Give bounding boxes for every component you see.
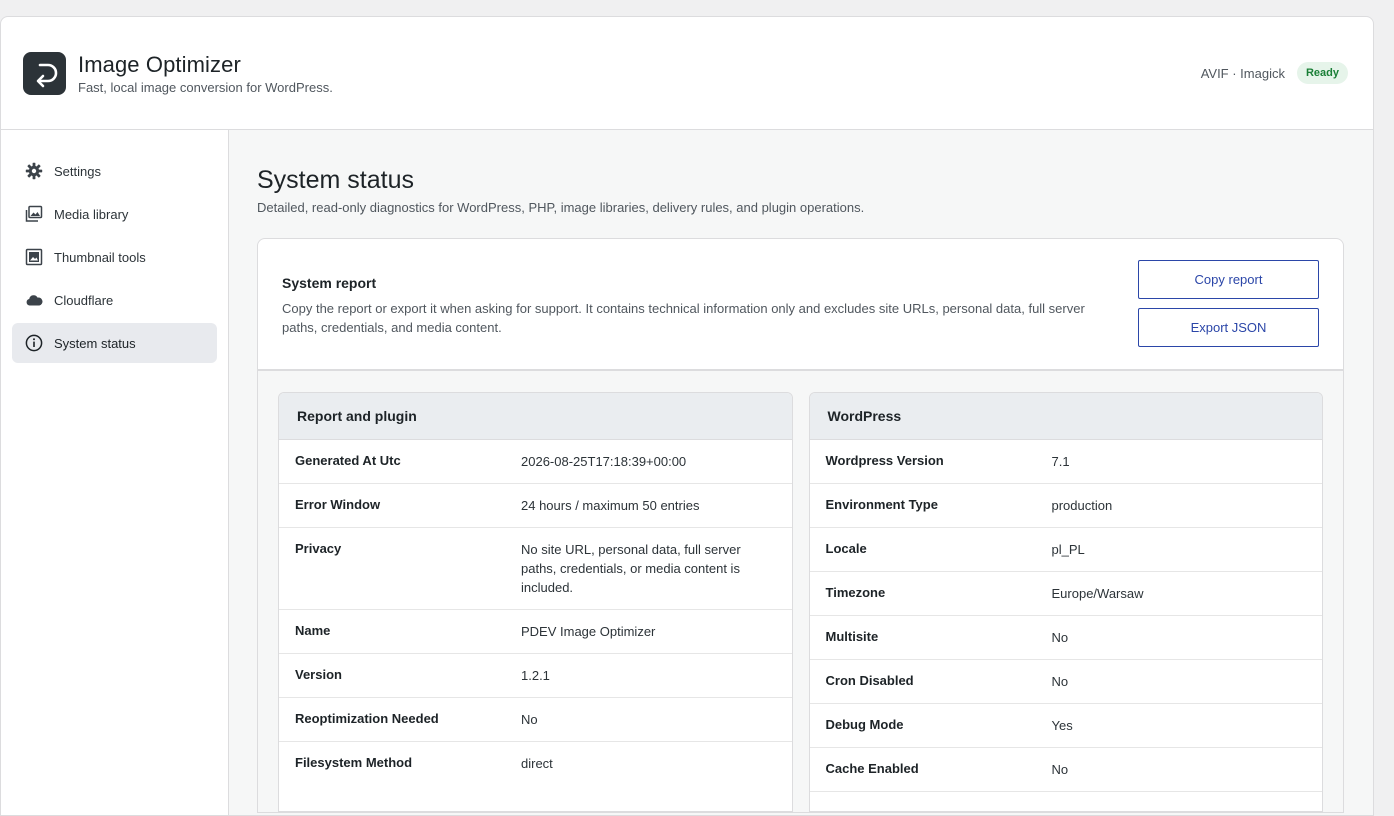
system-report-card: System report Copy the report or export … <box>257 238 1344 813</box>
row-value: No site URL, personal data, full server … <box>521 542 741 595</box>
row-key: Version <box>295 667 342 682</box>
system-report-header: System report Copy the report or export … <box>258 239 1343 371</box>
row-key: Privacy <box>295 541 342 556</box>
row-value: No <box>1051 630 1069 645</box>
app-title: Image Optimizer <box>78 51 241 77</box>
row-key: Cache Enabled <box>825 761 919 776</box>
table-row: Timezone Europe/Warsaw <box>809 572 1322 616</box>
table-row: Cache Enabled No <box>809 748 1322 792</box>
table-row: Generated At Utc 2026-08-25T17:18:39+00:… <box>279 440 792 484</box>
app-body: Settings Media library Thumbnail tools C… <box>1 130 1373 815</box>
system-report-title: System report <box>282 275 377 291</box>
table-row: Privacy No site URL, personal data, full… <box>279 528 792 610</box>
cloud-icon <box>24 290 44 310</box>
row-key: Filesystem Method <box>295 755 413 770</box>
sidebar: Settings Media library Thumbnail tools C… <box>1 130 229 815</box>
copy-report-button[interactable]: Copy report <box>1138 260 1319 299</box>
row-key: Debug Mode <box>825 717 904 732</box>
table-row: Error Window 24 hours / maximum 50 entri… <box>279 484 792 528</box>
export-json-button[interactable]: Export JSON <box>1138 308 1319 347</box>
row-value: 2026-08-25T17:18:39+00:00 <box>521 454 687 469</box>
header-status: AVIF · Imagick Ready <box>1201 62 1348 84</box>
table-row: Reoptimization Needed No <box>279 698 792 742</box>
sidebar-item-label: System status <box>54 335 136 351</box>
row-key: Generated At Utc <box>295 453 401 468</box>
page-title: System status <box>257 166 414 194</box>
page-description: Detailed, read-only diagnostics for Word… <box>257 200 865 215</box>
row-value: pl_PL <box>1051 542 1085 557</box>
row-key: Timezone <box>825 585 886 600</box>
table-row: Cron Disabled No <box>809 660 1322 704</box>
gear-icon <box>24 161 44 181</box>
report-plugin-panel: Report and plugin Generated At Utc 2026-… <box>278 392 793 812</box>
row-key: Name <box>295 623 331 638</box>
sidebar-item-settings[interactable]: Settings <box>12 151 217 191</box>
row-value: Europe/Warsaw <box>1051 586 1144 601</box>
row-value: Yes <box>1051 718 1073 733</box>
engine-label: AVIF · Imagick <box>1200 65 1285 81</box>
sidebar-item-label: Cloudflare <box>54 292 114 308</box>
main-content: System status Detailed, read-only diagno… <box>229 130 1373 815</box>
row-value: PDEV Image Optimizer <box>521 624 656 639</box>
table-row: Wordpress Version 7.1 <box>809 440 1322 484</box>
sidebar-item-system-status[interactable]: System status <box>12 323 217 363</box>
app-header: Image Optimizer Fast, local image conver… <box>1 17 1373 130</box>
panel-title: Report and plugin <box>279 393 792 440</box>
row-value: No <box>521 712 538 727</box>
row-value: production <box>1051 498 1113 513</box>
table-row: Multisite No <box>809 616 1322 660</box>
table-row: Environment Type production <box>809 484 1322 528</box>
sidebar-item-media-library[interactable]: Media library <box>12 194 217 234</box>
table-row: Debug Mode Yes <box>809 704 1322 748</box>
sidebar-item-cloudflare[interactable]: Cloudflare <box>12 280 217 320</box>
panel-title: WordPress <box>809 393 1322 440</box>
table-row: Locale pl_PL <box>809 528 1322 572</box>
wordpress-panel: WordPress Wordpress Version 7.1 Environm… <box>808 392 1323 812</box>
report-actions: Copy report Export JSON <box>1138 260 1319 348</box>
sidebar-item-label: Media library <box>54 206 129 222</box>
table-row: Version 1.2.1 <box>279 654 792 698</box>
brand: Image Optimizer Fast, local image conver… <box>78 52 333 95</box>
row-value: 24 hours / maximum 50 entries <box>521 498 700 513</box>
app-window: Image Optimizer Fast, local image conver… <box>0 16 1374 816</box>
images-icon <box>24 204 44 224</box>
info-icon <box>24 333 44 353</box>
status-badge: Ready <box>1296 62 1348 84</box>
row-value: 7.1 <box>1051 454 1070 469</box>
sidebar-item-thumbnail-tools[interactable]: Thumbnail tools <box>12 237 217 277</box>
table-row: Name PDEV Image Optimizer <box>279 610 792 654</box>
row-key: Error Window <box>295 497 381 512</box>
report-panels: Report and plugin Generated At Utc 2026-… <box>258 371 1343 812</box>
row-value: No <box>1051 762 1069 777</box>
row-key: Reoptimization Needed <box>295 711 439 726</box>
logo-icon <box>23 52 66 95</box>
sidebar-item-label: Settings <box>54 163 101 179</box>
thumbnail-icon <box>24 247 44 267</box>
row-key: Environment Type <box>825 497 938 512</box>
row-value: 1.2.1 <box>521 668 550 683</box>
row-key: Multisite <box>825 629 879 644</box>
row-key: Locale <box>825 541 867 556</box>
system-report-description: Copy the report or export it when asking… <box>282 301 1085 335</box>
table-row: Filesystem Method direct <box>279 742 792 785</box>
row-key: Wordpress Version <box>825 453 944 468</box>
row-value: direct <box>521 756 553 771</box>
row-value: No <box>1051 674 1069 689</box>
app-subtitle: Fast, local image conversion for WordPre… <box>78 79 333 95</box>
sidebar-item-label: Thumbnail tools <box>54 249 146 265</box>
system-report-text: System report Copy the report or export … <box>282 260 1102 348</box>
row-key: Cron Disabled <box>825 673 914 688</box>
